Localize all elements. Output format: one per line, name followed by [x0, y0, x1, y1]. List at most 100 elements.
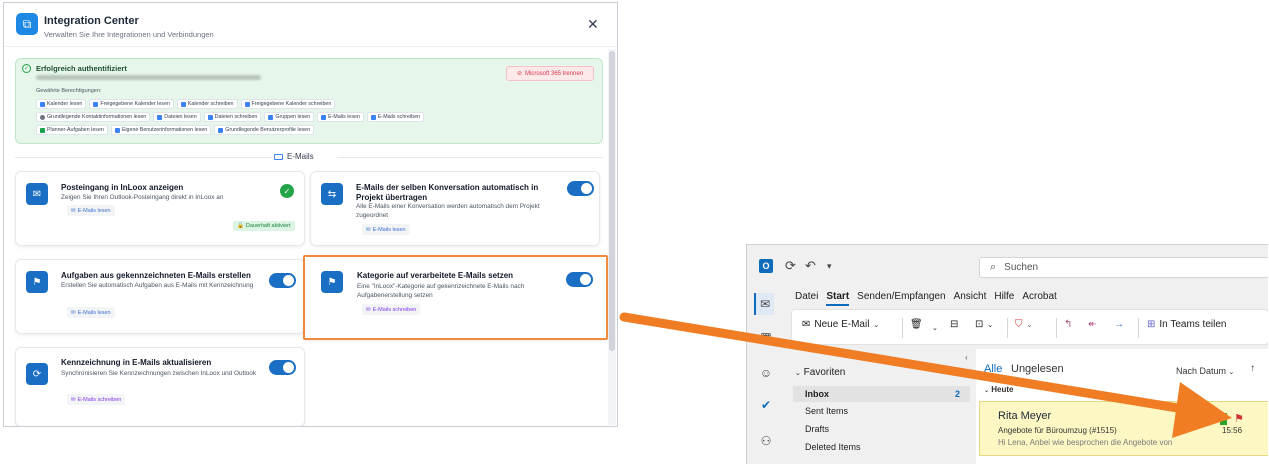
- category-color-icon: [1220, 413, 1227, 425]
- card-title: Aufgaben aus gekennzeichneten E-Mails er…: [61, 271, 251, 280]
- permission-chip-label: Dateien lesen: [164, 114, 197, 120]
- card-title: Kategorie auf verarbeitete E-Mails setze…: [357, 271, 514, 280]
- integration-app-icon: ⧉: [16, 13, 38, 35]
- menu-tab-hilfe[interactable]: Hilfe: [994, 291, 1014, 306]
- permission-chip: Freigegebene Kalender schreiben: [240, 99, 336, 109]
- message-item-selected[interactable]: Rita Meyer Angebote für Büroumzug (#1515…: [979, 401, 1268, 456]
- card-description: Alle E-Mails einer Konversation werden a…: [356, 203, 540, 219]
- menu-tab-datei[interactable]: Datei: [795, 291, 818, 306]
- apps-nav-icon[interactable]: ⚇: [758, 433, 774, 449]
- archive-button[interactable]: ⊟: [950, 319, 958, 330]
- permission-chip: ✉ E-Mails lesen: [67, 307, 115, 318]
- sort-dropdown[interactable]: Nach Datum ⌄: [1176, 366, 1234, 376]
- mail-nav-icon[interactable]: ✉: [754, 293, 774, 315]
- outlook-titlebar: O ⟳ ↶ ▾ ⌕ Suchen: [747, 245, 1268, 281]
- undo-icon[interactable]: ↶: [805, 258, 816, 274]
- todo-nav-icon[interactable]: ✔: [758, 397, 774, 413]
- auth-status-box: ✓ Erfolgreich authentifiziert ⊘ Microsof…: [15, 58, 603, 144]
- trash-icon: 🗑: [910, 319, 923, 330]
- chevron-down-icon: ⌄: [984, 388, 990, 394]
- permission-chip-label: E-Mails lesen: [372, 226, 406, 233]
- share-teams-button[interactable]: ⊞ In Teams teilen: [1147, 319, 1226, 330]
- menu-tab-start[interactable]: Start: [826, 291, 850, 306]
- attachment-icon: ⌇: [1202, 414, 1207, 424]
- permission-icon: [114, 127, 120, 133]
- outlook-logo: O: [759, 259, 773, 273]
- message-time: 15:56: [1222, 426, 1243, 435]
- chevron-down-icon: ⌄: [873, 321, 880, 329]
- scrollbar-thumb[interactable]: [609, 51, 615, 351]
- mail-icon: ✉: [71, 207, 76, 214]
- card-description: Erstellen Sie automatisch Aufgaben aus E…: [61, 282, 254, 289]
- permission-chip-label: Planner-Aufgaben lesen: [47, 127, 104, 133]
- sort-direction-icon[interactable]: ↑: [1250, 363, 1255, 374]
- flags-toggle[interactable]: [269, 360, 296, 375]
- permission-chip: Freigegebene Kalender lesen: [89, 99, 174, 109]
- unlink-icon: ⊘: [516, 71, 522, 77]
- card-description: Synchronisieren Sie Kennzeichnungen zwis…: [61, 370, 257, 377]
- reply-button[interactable]: ↰: [1064, 319, 1072, 330]
- permission-chip-label: Dateien schreiben: [214, 114, 258, 120]
- disconnect-microsoft-button[interactable]: ⊘ Microsoft 365 trennen: [506, 66, 594, 81]
- group-header-label: Heute: [991, 385, 1014, 394]
- permission-chip-label: Gruppen lesen: [275, 114, 311, 120]
- move-button[interactable]: ⊡ ⌄: [975, 319, 993, 330]
- mail-icon: ✉: [366, 306, 371, 313]
- folder-sent[interactable]: Sent Items: [805, 406, 848, 416]
- folder-drafts[interactable]: Drafts: [805, 424, 829, 434]
- report-button[interactable]: ⛉ ⌄: [1015, 319, 1032, 330]
- forward-button[interactable]: →: [1114, 319, 1124, 330]
- delete-button[interactable]: 🗑: [910, 319, 923, 330]
- calendar-nav-icon[interactable]: ▦: [758, 329, 774, 345]
- tab-unread[interactable]: Ungelesen: [1011, 363, 1064, 375]
- search-placeholder: Suchen: [1004, 262, 1039, 273]
- card-description: Eine "InLoox"-Kategorie auf gekennzeichn…: [357, 283, 525, 299]
- category-toggle[interactable]: [566, 272, 593, 287]
- group-header[interactable]: ⌄ Heute: [984, 385, 1014, 394]
- menu-tab-acrobat[interactable]: Acrobat: [1022, 291, 1056, 306]
- menu-tab-senden-empfangen[interactable]: Senden/Empfangen: [857, 291, 945, 306]
- flag-mail-icon: ⚑: [26, 271, 48, 293]
- sync-icon[interactable]: ⟳: [785, 258, 796, 274]
- folder-inbox-label: Inbox: [805, 389, 829, 399]
- tasks-toggle[interactable]: [269, 273, 296, 288]
- menu-tab-ansicht[interactable]: Ansicht: [954, 291, 987, 306]
- reply-all-button[interactable]: ↞: [1088, 319, 1096, 330]
- permission-chip: Grundlegende Kontaktinformationen lesen: [36, 112, 151, 122]
- chevron-down-icon: ⌄: [795, 370, 801, 377]
- ribbon-separator: [1007, 318, 1008, 338]
- check-icon: ✓: [280, 184, 294, 198]
- close-button[interactable]: ✕: [587, 17, 599, 31]
- permission-chip: Kalender lesen: [36, 99, 87, 109]
- disconnect-label: Microsoft 365 trennen: [525, 70, 584, 77]
- section-divider: [15, 157, 273, 158]
- chevron-down-icon: ⌄: [1026, 321, 1033, 329]
- outlook-window: O ⟳ ↶ ▾ ⌕ Suchen ✉ ▦ ☺ ✔ ⚇ Datei Start Sen…: [746, 244, 1268, 464]
- modal-header: ⧉ Integration Center Verwalten Sie Ihre …: [4, 3, 617, 47]
- permission-chip: Grundlegende Benutzerprofile lesen: [214, 125, 315, 135]
- permission-chip: E-Mails schreiben: [366, 112, 425, 122]
- permission-chip-label: Freigegebene Kalender schreiben: [251, 101, 332, 107]
- chevron-down-icon: ⌄: [1228, 369, 1235, 376]
- folder-inbox[interactable]: Inbox 2: [793, 386, 970, 402]
- card-title: E-Mails der selben Konversation automati…: [356, 183, 539, 202]
- permission-chip-label: Kalender schreiben: [187, 101, 234, 107]
- flag-icon[interactable]: ⚑: [1234, 412, 1244, 425]
- status-badge: 🔒 Dauerhaft aktiviert: [233, 221, 295, 231]
- tab-all[interactable]: Alle: [984, 363, 1003, 378]
- favorites-header[interactable]: ⌄ Favoriten: [795, 367, 845, 378]
- share-mail-icon: ⇆: [321, 183, 343, 205]
- people-nav-icon[interactable]: ☺: [758, 365, 774, 381]
- permission-chip: ✉ E-Mails lesen: [362, 224, 410, 235]
- conversation-toggle[interactable]: [567, 181, 594, 196]
- collapse-pane-icon[interactable]: ‹: [965, 353, 968, 362]
- permission-icon: [321, 114, 327, 120]
- feature-card-conversation: ⇆ E-Mails der selben Konversation automa…: [310, 171, 600, 246]
- search-box[interactable]: ⌕ Suchen: [979, 257, 1268, 278]
- quick-access-dropdown-icon[interactable]: ▾: [827, 261, 832, 272]
- permission-chip: Gruppen lesen: [264, 112, 315, 122]
- folder-deleted[interactable]: Deleted Items: [805, 442, 861, 452]
- delete-dropdown[interactable]: ⌄: [932, 324, 938, 332]
- inbox-icon: ✉: [26, 183, 48, 205]
- new-mail-button[interactable]: ✉ Neue E-Mail ⌄: [802, 319, 879, 330]
